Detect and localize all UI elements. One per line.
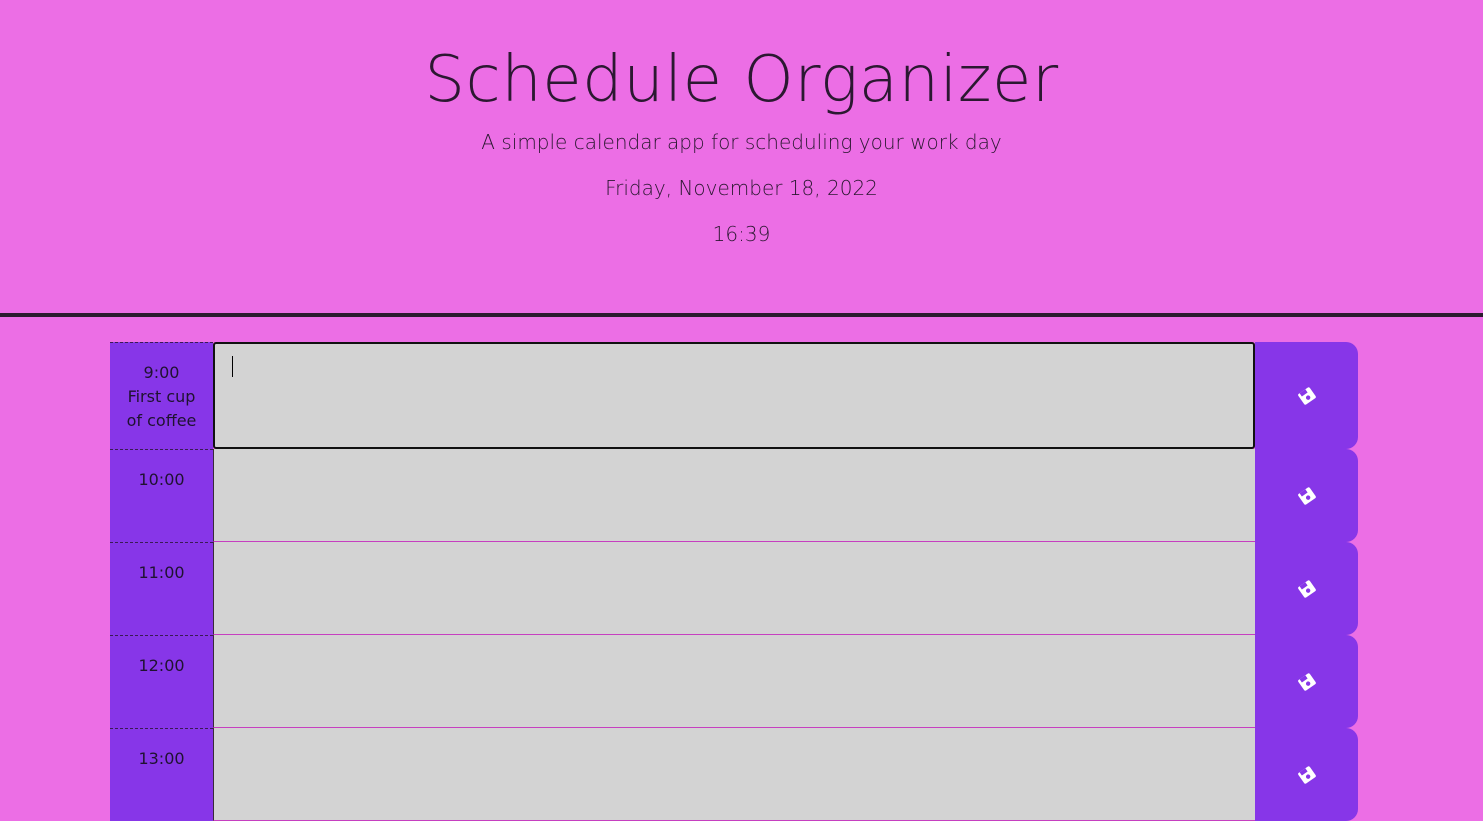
- save-icon: [1297, 579, 1316, 598]
- task-input[interactable]: [213, 542, 1255, 635]
- time-block-12: 12:00: [110, 635, 1358, 728]
- time-block-13: 13:00: [110, 728, 1358, 821]
- hour-time: 13:00: [138, 749, 185, 768]
- save-icon: [1297, 672, 1316, 691]
- time-block-10: 10:00: [110, 449, 1358, 542]
- hour-time: 9:00: [143, 363, 180, 382]
- save-icon: [1297, 765, 1316, 784]
- save-button[interactable]: [1255, 728, 1358, 821]
- save-icon: [1297, 386, 1316, 405]
- header: Schedule Organizer A simple calendar app…: [0, 0, 1483, 317]
- schedule-list: 9:00 First cup of coffee 10:00 11:00 12:…: [110, 342, 1358, 821]
- time-block-11: 11:00: [110, 542, 1358, 635]
- task-input[interactable]: [213, 635, 1255, 728]
- hour-time: 10:00: [138, 470, 185, 489]
- text-caret: [232, 356, 233, 377]
- hour-label: 11:00: [110, 542, 213, 635]
- hour-time: 11:00: [138, 563, 185, 582]
- hour-label: 9:00 First cup of coffee: [110, 342, 213, 449]
- time-block-9: 9:00 First cup of coffee: [110, 342, 1358, 449]
- hour-time: 12:00: [138, 656, 185, 675]
- save-button[interactable]: [1255, 342, 1358, 449]
- task-input[interactable]: [213, 342, 1255, 449]
- task-input[interactable]: [213, 449, 1255, 542]
- hour-label: 12:00: [110, 635, 213, 728]
- save-button[interactable]: [1255, 542, 1358, 635]
- current-time: 16:39: [712, 222, 771, 246]
- page-title: Schedule Organizer: [424, 43, 1059, 117]
- save-icon: [1297, 486, 1316, 505]
- current-date: Friday, November 18, 2022: [605, 176, 878, 200]
- page-subtitle: A simple calendar app for scheduling you…: [481, 130, 1002, 154]
- hour-label: 13:00: [110, 728, 213, 821]
- hour-label: 10:00: [110, 449, 213, 542]
- save-button[interactable]: [1255, 449, 1358, 542]
- hour-note: First cup of coffee: [126, 387, 197, 430]
- task-input[interactable]: [213, 728, 1255, 821]
- save-button[interactable]: [1255, 635, 1358, 728]
